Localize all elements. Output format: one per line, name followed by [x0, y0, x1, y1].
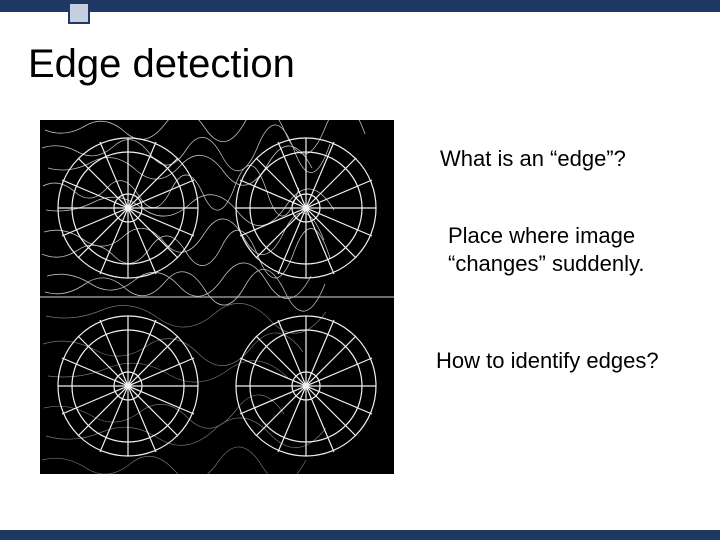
- definition-line-1: Place where image: [448, 223, 635, 248]
- edge-detection-image: [40, 120, 394, 474]
- definition-text: Place where image “changes” suddenly.: [448, 222, 645, 277]
- question-2: How to identify edges?: [436, 348, 659, 374]
- question-1: What is an “edge”?: [440, 146, 626, 172]
- slide-title: Edge detection: [28, 42, 295, 87]
- footer-bar: [0, 530, 720, 540]
- definition-line-2: “changes” suddenly.: [448, 251, 645, 276]
- slide-accent-square: [68, 2, 90, 24]
- header-bar: [0, 0, 720, 12]
